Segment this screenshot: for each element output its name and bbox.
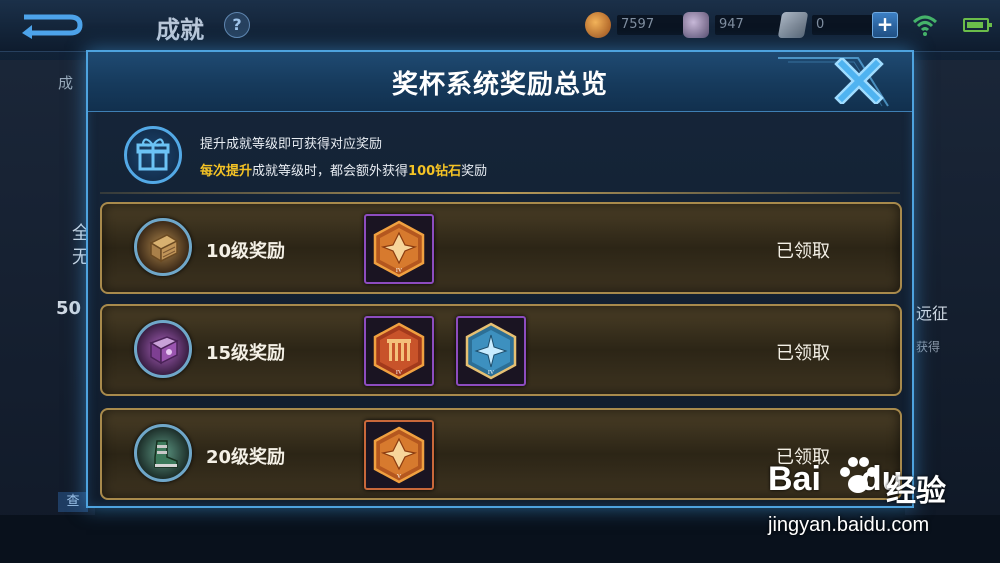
- svg-text:IV: IV: [396, 370, 403, 376]
- background-left-button[interactable]: 查: [58, 492, 88, 512]
- red-emblem-icon: IV: [373, 322, 425, 380]
- reward-row-level-15: 15级奖励 IV IV 已领取: [100, 304, 902, 396]
- watermark-cn: 经验: [886, 474, 946, 509]
- close-button[interactable]: [832, 56, 886, 106]
- help-icon[interactable]: ?: [224, 12, 250, 38]
- ticket-value: 0: [812, 15, 878, 35]
- green-boots-icon: [134, 424, 192, 482]
- orange-emblem-icon: IV: [373, 220, 425, 278]
- gold-currency: 7597: [585, 12, 683, 38]
- claimed-status: 已领取: [776, 343, 830, 364]
- gift-icon: [124, 126, 182, 184]
- blue-star-iv-emblem[interactable]: IV: [456, 316, 526, 386]
- gold-coin-icon: [585, 12, 611, 38]
- svg-text:IV: IV: [396, 268, 403, 274]
- dialog-header: 奖杯系统奖励总览: [88, 52, 912, 112]
- gift-box-icon: [136, 138, 170, 171]
- divider: [100, 192, 900, 194]
- intro-text-1: 提升成就等级即可获得对应奖励: [200, 137, 383, 152]
- orange-crest-v-emblem[interactable]: V: [364, 420, 434, 490]
- boots-graphic: [154, 440, 178, 468]
- intro-highlight-1: 每次提升: [200, 164, 253, 179]
- back-button[interactable]: [18, 8, 86, 42]
- blue-emblem-icon: IV: [465, 322, 517, 380]
- reward-overview-dialog: 奖杯系统奖励总览 提升成就等级即可获得对应奖励 每次提升成就等级时，都会额外获得…: [86, 50, 914, 508]
- orange-emblem-icon: V: [373, 426, 425, 484]
- background-left-label: 成: [58, 74, 74, 92]
- intro-text-2: 每次提升成就等级时，都会额外获得100钻石奖励: [200, 160, 487, 179]
- reward-level-label: 10级奖励: [206, 241, 286, 262]
- baidu-watermark: Bai du 经验 jingyan.baidu.com: [752, 457, 992, 550]
- claimed-status: 已领取: [776, 241, 830, 262]
- dialog-title: 奖杯系统奖励总览: [391, 70, 608, 100]
- top-bar: 成就 ? 7597 947 0 +: [0, 0, 1000, 52]
- ticket-currency: 0: [777, 12, 878, 38]
- reward-row-level-10: 10级奖励 IV 已领取: [100, 202, 902, 294]
- svg-text:IV: IV: [488, 370, 495, 376]
- intro-section: 提升成就等级即可获得对应奖励 每次提升成就等级时，都会额外获得100钻石奖励: [124, 124, 884, 184]
- watermark-url: jingyan.baidu.com: [768, 514, 930, 536]
- svg-text:V: V: [397, 474, 402, 480]
- gem-currency: 947: [683, 12, 781, 38]
- ticket-icon: [777, 12, 809, 38]
- wm-logo-part1: Bai: [768, 460, 821, 498]
- baidu-paw-icon: [840, 457, 877, 493]
- intro-end: 奖励: [461, 164, 488, 179]
- wifi-icon: [912, 15, 938, 36]
- reward-level-label: 15级奖励: [206, 343, 286, 364]
- gem-value: 947: [715, 15, 781, 35]
- reward-level-label: 20级奖励: [206, 447, 286, 468]
- close-icon: [834, 56, 884, 106]
- battery-icon: [963, 18, 992, 32]
- intro-highlight-2: 100钻石: [408, 164, 462, 179]
- orange-crest-iv-emblem[interactable]: IV: [364, 214, 434, 284]
- red-pillar-iv-emblem[interactable]: IV: [364, 316, 434, 386]
- page-title: 成就: [156, 16, 204, 44]
- background-right-sub: 获得: [916, 340, 941, 354]
- back-arrow-icon: [22, 14, 83, 39]
- purple-book-icon: [134, 320, 192, 378]
- gem-icon: [683, 12, 709, 38]
- wooden-chest-icon: [134, 218, 192, 276]
- background-right-title: 远征: [916, 304, 949, 323]
- intro-mid: 成就等级时，都会额外获得: [252, 164, 409, 179]
- background-left-level: 50: [56, 298, 82, 319]
- chest-graphic: [149, 234, 179, 263]
- add-currency-button[interactable]: +: [872, 12, 898, 38]
- book-graphic: [149, 336, 179, 365]
- gold-value: 7597: [617, 15, 683, 35]
